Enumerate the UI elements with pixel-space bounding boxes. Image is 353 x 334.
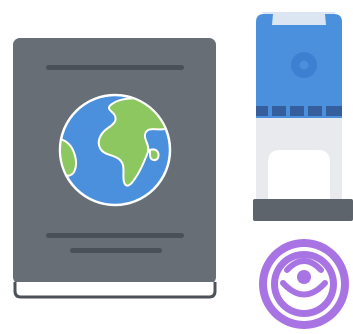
passport-bottom-line-2: [70, 248, 162, 253]
stamp-knob-inner: [299, 60, 309, 70]
stamp-handle-cap: [262, 12, 336, 25]
globe-island: [149, 148, 160, 162]
stamp-frame: [256, 118, 342, 202]
stamp-frame-inner: [260, 144, 338, 200]
passport-page-outline: [13, 282, 217, 299]
imprint-dot: [297, 270, 311, 284]
passport-book: [13, 38, 217, 299]
passport-top-line: [46, 65, 184, 70]
travel-passport-illustration: [0, 0, 353, 334]
rubber-stamp: [253, 12, 353, 221]
passport-bottom-line-1: [46, 233, 184, 238]
illustration-canvas: [13, 12, 353, 329]
stamp-base: [253, 199, 353, 221]
stamp-imprint-icon: [259, 239, 349, 329]
